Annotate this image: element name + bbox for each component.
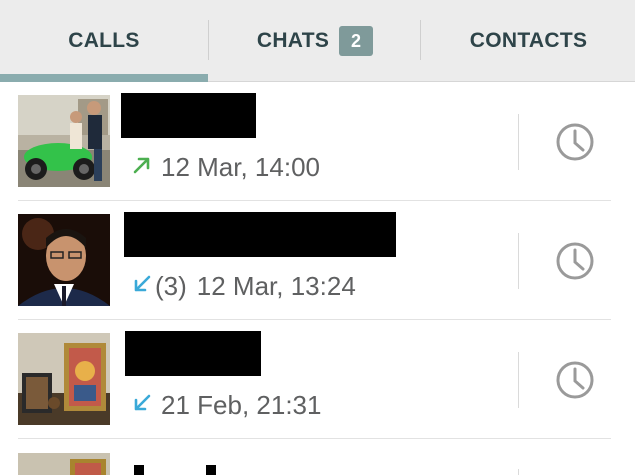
contact-name-redacted [134,465,144,475]
tab-chats-label: CHATS [256,29,330,52]
contact-name-redacted [125,331,261,376]
row-divider [518,469,519,475]
clock-icon[interactable] [553,239,597,283]
call-time: 21 Feb, 21:31 [161,390,322,420]
arrow-down-left-icon [131,271,153,302]
call-log-row[interactable]: 21 Feb, 21:31 [0,320,635,439]
unread-badge: 2 [339,26,374,56]
call-log-row[interactable]: 12 Mar, 14:00 [0,82,635,201]
tab-bar: CALLS CHATS 2 CONTACTS [0,0,635,82]
avatar [18,333,110,425]
tab-calls[interactable]: CALLS [0,0,208,82]
call-log-row[interactable]: (3) 12 Mar, 13:24 [0,201,635,320]
avatar [18,453,110,475]
call-log-row[interactable] [0,439,635,475]
tab-calls-label: CALLS [68,29,140,52]
avatar [18,95,110,187]
clock-icon[interactable] [553,120,597,164]
contact-name-redacted [121,93,256,138]
tab-divider [420,20,421,60]
call-meta: (3) 12 Mar, 13:24 [131,271,356,302]
row-divider [518,233,519,289]
arrow-up-right-icon [131,152,153,183]
row-divider [518,114,519,170]
call-time: 12 Mar, 14:00 [161,152,320,182]
tab-contacts-label: CONTACTS [469,29,588,52]
arrow-down-left-icon [131,390,153,421]
call-time: 12 Mar, 13:24 [196,271,356,301]
active-tab-indicator [0,74,208,82]
clock-icon[interactable] [553,358,597,402]
avatar [18,214,110,306]
call-meta: 21 Feb, 21:31 [131,390,321,421]
call-count: (3) [155,271,187,301]
call-meta: 12 Mar, 14:00 [131,152,320,183]
tab-contacts[interactable]: CONTACTS [422,0,635,82]
row-divider [518,352,519,408]
contact-name-redacted [206,465,216,475]
contact-name-redacted [124,212,396,257]
tab-divider [208,20,209,60]
tab-chats[interactable]: CHATS 2 [210,0,420,82]
